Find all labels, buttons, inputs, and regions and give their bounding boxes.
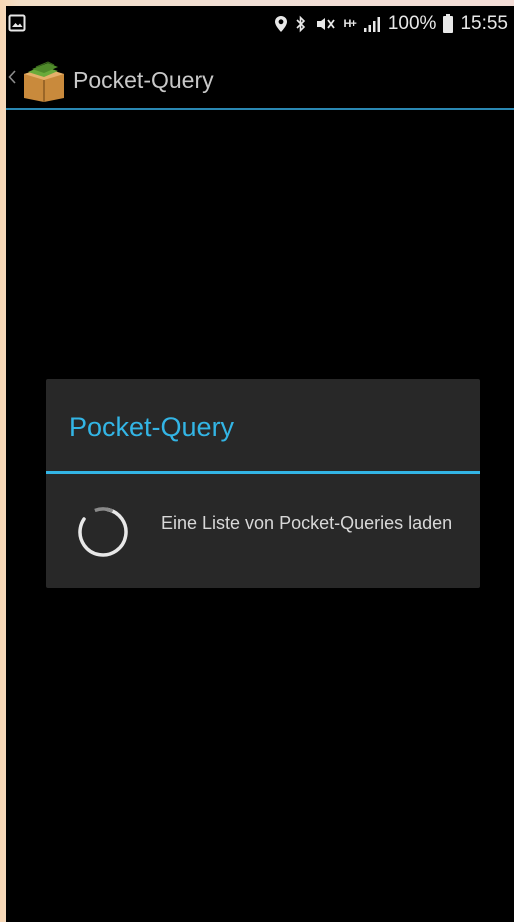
progress-dialog: Pocket-Query Eine Liste von Pocket-Queri… xyxy=(46,379,480,588)
mute-icon xyxy=(317,18,336,30)
progress-spinner-icon xyxy=(78,507,128,557)
battery-percentage: 100% xyxy=(387,13,437,34)
clock: 15:55 xyxy=(460,13,508,34)
app-icon[interactable] xyxy=(18,60,68,102)
signal-icon xyxy=(363,17,380,32)
action-bar: Pocket-Query xyxy=(6,44,514,110)
status-bar: H+ 100% 15:55 xyxy=(6,6,514,44)
app-title: Pocket-Query xyxy=(73,67,214,93)
gallery-icon xyxy=(8,14,26,32)
dialog-message: Eine Liste von Pocket-Queries laden xyxy=(161,513,453,533)
dialog-body: Eine Liste von Pocket-Queries laden xyxy=(46,474,480,588)
bluetooth-icon xyxy=(296,15,306,33)
dialog-header: Pocket-Query xyxy=(46,379,480,474)
dialog-title: Pocket-Query xyxy=(69,412,235,442)
network-type-indicator: H+ xyxy=(343,18,356,30)
screen: H+ 100% 15:55 Pocket-Query Pocket-Query … xyxy=(6,6,514,922)
back-icon[interactable] xyxy=(8,70,16,84)
location-icon xyxy=(275,16,288,32)
battery-icon xyxy=(443,13,454,33)
